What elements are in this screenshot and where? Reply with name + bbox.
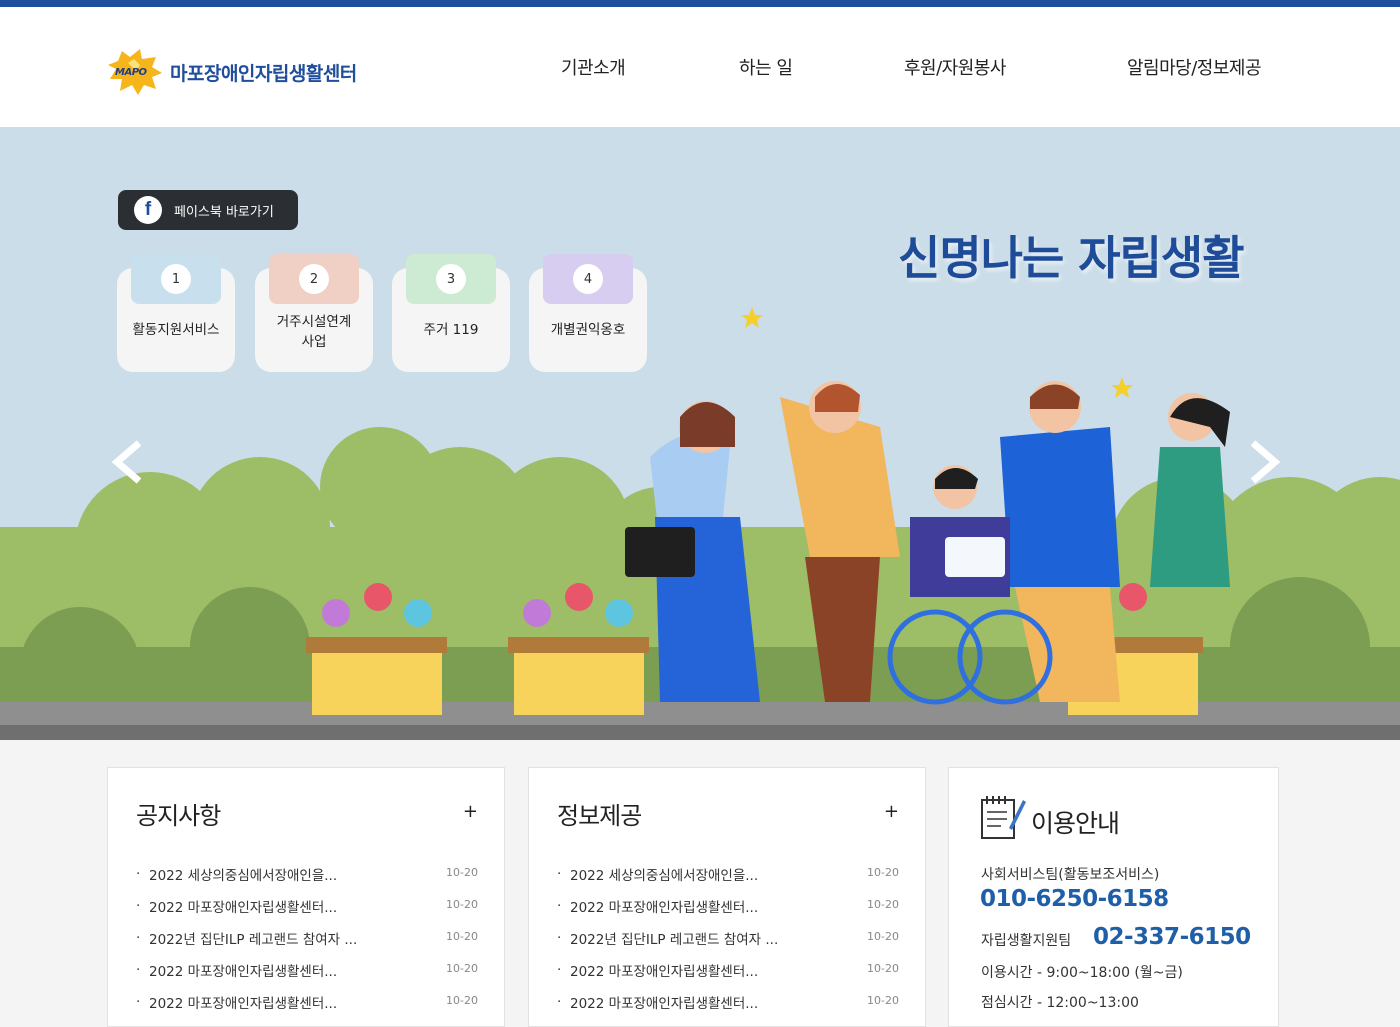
service-number-badge: 2 [269,254,359,304]
service-card-2[interactable]: 2 거주시설연계 사업 [255,254,373,372]
service-label: 활동지원서비스 [132,322,220,338]
list-item[interactable]: · 2022 마포장애인자립생활센터... 10-20 [136,960,478,992]
notice-more-button[interactable]: + [463,801,478,822]
facebook-icon: f [134,196,162,224]
notepad-icon [979,794,1027,844]
list-item[interactable]: · 2022 세상의중심에서장애인을... 10-20 [136,864,478,896]
nav-work[interactable]: 하는 일 [739,54,793,80]
social-team-label: 사회서비스팀(활동보조서비스) [981,867,1160,883]
info-more-button[interactable]: + [884,801,899,822]
list-item[interactable]: · 2022 마포장애인자립생활센터... 10-20 [557,960,899,992]
guide-panel: 이용안내 사회서비스팀(활동보조서비스) 010-6250-6158 자립생활지… [948,767,1279,1027]
service-label: 개별권익옹호 [550,322,626,338]
list-item[interactable]: · 2022 세상의중심에서장애인을... 10-20 [557,864,899,896]
info-list: · 2022 세상의중심에서장애인을... 10-20 · 2022 마포장애인자립생… [557,864,899,1024]
guide-title: 이용안내 [1031,809,1120,838]
list-item[interactable]: · 2022 마포장애인자립생활센터... 10-20 [557,896,899,928]
list-item[interactable]: · 2022년 집단ILP 레고랜드 참여자 ... 10-20 [136,928,478,960]
hero-banner: f 페이스북 바로가기 1 활동지원서비스 2 거주시설연계 사업 3 주거 1… [0,127,1400,740]
service-number-badge: 4 [543,254,633,304]
site-header: MAPO 마포장애인자립생활센터 기관소개 하는 일 후원/자원봉사 알림마당/… [0,7,1400,127]
service-label: 주거 119 [423,322,479,338]
nav-sponsor[interactable]: 후원/자원봉사 [904,54,1006,80]
living-team-phone[interactable]: 02-337-6150 [1093,924,1251,950]
notice-panel: 공지사항 + · 2022 세상의중심에서장애인을... 10-20 · 2022 마… [107,767,505,1027]
facebook-link-label: 페이스북 바로가기 [174,204,274,220]
nav-notice[interactable]: 알림마당/정보제공 [1127,54,1262,80]
service-card-1[interactable]: 1 활동지원서비스 [117,254,235,372]
nav-about[interactable]: 기관소개 [561,54,626,80]
living-team-label: 자립생활지원팀 [981,933,1072,949]
list-item[interactable]: · 2022 마포장애인자립생활센터... 10-20 [136,992,478,1024]
service-number-badge: 3 [406,254,496,304]
slider-next-arrow-icon[interactable] [1245,437,1285,487]
notice-list: · 2022 세상의중심에서장애인을... 10-20 · 2022 마포장애인자립생… [136,864,478,1024]
notice-title: 공지사항 [136,802,221,830]
info-panel: 정보제공 + · 2022 세상의중심에서장애인을... 10-20 · 2022 마… [528,767,926,1027]
top-accent-bar [0,0,1400,7]
hours-text: 이용시간 - 9:00~18:00 (월~금) [981,965,1183,981]
list-item[interactable]: · 2022 마포장애인자립생활센터... 10-20 [557,992,899,1024]
service-label: 거주시설연계 사업 [276,314,352,350]
facebook-link-button[interactable]: f 페이스북 바로가기 [118,190,298,230]
list-item[interactable]: · 2022년 집단ILP 레고랜드 참여자 ... 10-20 [557,928,899,960]
social-team-phone[interactable]: 010-6250-6158 [980,886,1169,912]
info-title: 정보제공 [557,802,642,830]
lunch-text: 점심시간 - 12:00~13:00 [981,995,1139,1011]
hero-slogan: 신명나는 자립생활 [898,231,1245,285]
service-card-3[interactable]: 3 주거 119 [392,254,510,372]
slider-prev-arrow-icon[interactable] [107,437,147,487]
service-number-badge: 1 [131,254,221,304]
main-nav: 기관소개 하는 일 후원/자원봉사 알림마당/정보제공 [0,7,1400,127]
service-card-4[interactable]: 4 개별권익옹호 [529,254,647,372]
list-item[interactable]: · 2022 마포장애인자립생활센터... 10-20 [136,896,478,928]
